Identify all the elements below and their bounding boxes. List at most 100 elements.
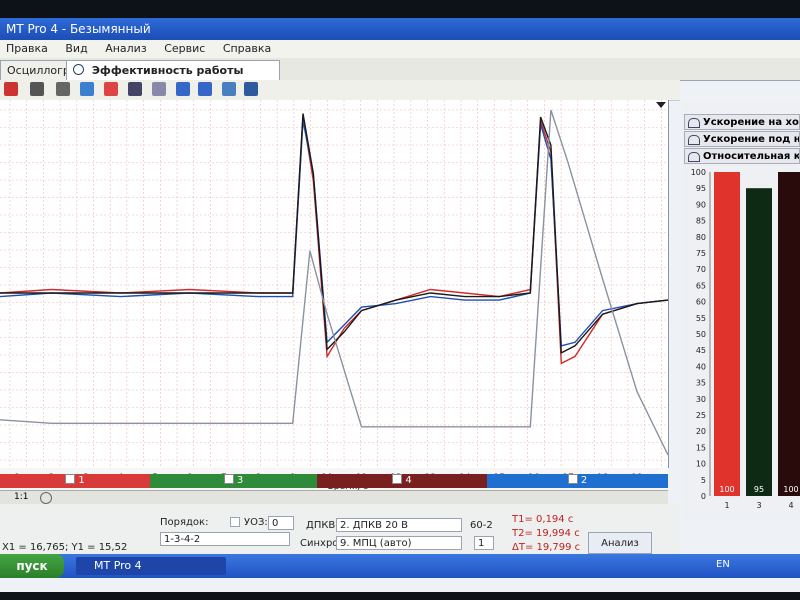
channel-1[interactable]: 1 (0, 474, 150, 488)
export-icon[interactable] (244, 82, 258, 96)
t2-readout: T2= 19,994 с (512, 528, 580, 539)
add-icon[interactable] (40, 492, 52, 504)
language-indicator[interactable]: EN (716, 559, 730, 570)
coords-readout: X1 = 16,765; Y1 = 15,52 (2, 542, 128, 553)
bar-y-tick-label: 90 (696, 200, 706, 209)
toolbar (0, 80, 680, 101)
start-button[interactable]: пуск (0, 554, 64, 578)
cursor-pair-icon[interactable] (176, 82, 190, 96)
panel-header-load-label: Ускорение под на (703, 134, 800, 145)
zoom-in-icon[interactable] (80, 82, 94, 96)
channel-3-label: 3 (236, 475, 244, 486)
dpkv-select[interactable]: 2. ДПКВ 20 В (336, 518, 462, 532)
bar-value-label: 95 (754, 485, 764, 494)
copy-icon[interactable] (222, 82, 236, 96)
bar-y-tick-label: 85 (696, 217, 706, 226)
bar-category-label: 1 (724, 501, 729, 510)
bar-y-tick-label: 35 (696, 379, 706, 388)
settings-icon[interactable] (128, 82, 142, 96)
bar-y-tick-label: 45 (696, 346, 706, 355)
oscillogram-plot[interactable] (0, 100, 669, 468)
zoom-ratio[interactable]: 1:1 (14, 492, 28, 502)
bar-y-tick-label: 70 (696, 265, 706, 274)
start-label: пуск (16, 559, 48, 573)
cursor-icon[interactable] (104, 82, 118, 96)
bar-cylinder-1 (714, 172, 740, 496)
series-line-2 (0, 120, 669, 347)
channel-2-label: 2 (580, 475, 588, 486)
channel-4-checkbox[interactable] (392, 474, 403, 484)
analyze-button[interactable]: Анализ (588, 532, 652, 554)
stop-icon[interactable] (30, 82, 44, 96)
tab-cylinder-efficiency[interactable]: Эффективность работы цилиндров (66, 60, 280, 96)
bar-value-label: 100 (783, 485, 798, 494)
gauge-icon (688, 135, 700, 145)
taskbar: пуск MT Pro 4 EN (0, 554, 800, 578)
panel-header-relative-label: Относительная ко (703, 151, 800, 162)
bar-y-tick-label: 10 (696, 460, 706, 469)
cursor-marker-icon (656, 102, 666, 108)
bar-y-tick-label: 60 (696, 298, 706, 307)
series-line-3 (0, 113, 669, 355)
menu-analysis[interactable]: Анализ (99, 40, 155, 55)
bar-y-tick-label: 5 (701, 476, 706, 485)
bar-y-tick-label: 55 (696, 314, 706, 323)
gauge-icon (688, 152, 700, 162)
menu-edit[interactable]: Правка (0, 40, 56, 55)
taskbar-item-label: MT Pro 4 (94, 559, 142, 572)
bar-y-tick-label: 15 (696, 443, 706, 452)
menu-bar: Правка Вид Анализ Сервис Справка (0, 40, 800, 58)
bar-y-tick-label: 50 (696, 330, 706, 339)
uoz-checkbox[interactable] (230, 517, 240, 527)
oscillogram-svg[interactable] (0, 100, 669, 468)
window-title: MT Pro 4 - Безымянный (6, 22, 151, 36)
uoz-label: УОЗ: (244, 517, 268, 528)
channel-1-label: 1 (78, 475, 85, 486)
tab-oscilloscope[interactable]: Осциллограф (0, 60, 86, 80)
menu-view[interactable]: Вид (59, 40, 95, 55)
bar-y-tick-label: 40 (696, 362, 706, 371)
channel-1-checkbox[interactable] (65, 474, 76, 484)
channel-3-checkbox[interactable] (223, 474, 234, 484)
record-icon[interactable] (4, 82, 18, 96)
channel-2-checkbox[interactable] (567, 474, 578, 484)
bar-y-tick-label: 75 (696, 249, 706, 258)
bar-y-tick-label: 20 (696, 427, 706, 436)
tab-bar: Осциллограф Эффективность работы цилиндр… (0, 58, 800, 96)
channel-2[interactable]: 2 (487, 474, 668, 488)
channel-4-label: 4 (405, 475, 412, 486)
bar-y-tick-label: 100 (691, 168, 706, 177)
panel-header-relative[interactable]: Относительная ко (684, 148, 800, 164)
series-line-4 (0, 109, 669, 456)
panel-header-idle-accel[interactable]: Ускорение на хол (684, 114, 800, 130)
app-window: MT Pro 4 - Безымянный Правка Вид Анализ … (0, 18, 800, 592)
bars-icon[interactable] (198, 82, 212, 96)
relative-bar-chart: 1009590858075706560555045403530252015105… (691, 168, 800, 510)
bar-y-tick-label: 0 (701, 492, 706, 501)
save-icon[interactable] (56, 82, 70, 96)
uoz-input[interactable]: 0 (268, 516, 294, 530)
taskbar-item-mtpro[interactable]: MT Pro 4 (76, 557, 226, 575)
channel-3[interactable]: 3 (150, 474, 317, 488)
bar-cylinder-4 (778, 172, 800, 496)
menu-help[interactable]: Справка (217, 40, 279, 55)
analyze-button-label: Анализ (601, 538, 639, 549)
bar-cylinder-3 (746, 188, 772, 496)
right-panel: Ускорение на хол Ускорение под на Относи… (682, 100, 800, 520)
sync-select[interactable]: 9. МПЦ (авто) (336, 536, 462, 550)
series-line-1 (0, 116, 669, 365)
t1-readout: T1= 0,194 с (512, 514, 574, 525)
order-select[interactable]: 1-3-4-2 (160, 532, 290, 546)
bar-y-tick-label: 65 (696, 281, 706, 290)
order-label: Порядок: (160, 517, 209, 528)
filter-icon[interactable] (152, 82, 166, 96)
gauge-icon (73, 64, 84, 75)
sync-number[interactable]: 1 (474, 536, 494, 550)
channel-4[interactable]: 4 (317, 474, 487, 488)
scroll-bar[interactable]: 1:1 (0, 490, 668, 505)
menu-service[interactable]: Сервис (158, 40, 213, 55)
channel-bar: 1 3 4 2 (0, 474, 668, 490)
panel-header-load-accel[interactable]: Ускорение под на (684, 131, 800, 147)
bar-y-tick-label: 25 (696, 411, 706, 420)
dpkv-label: ДПКВ: (306, 520, 339, 531)
